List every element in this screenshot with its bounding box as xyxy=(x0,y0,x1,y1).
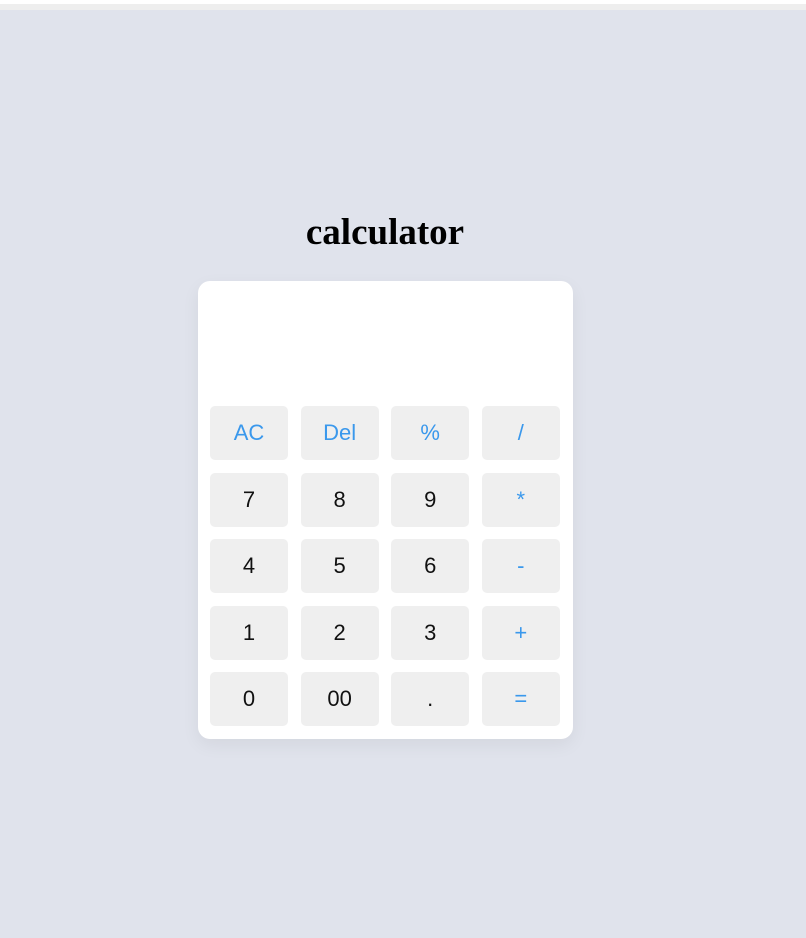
decimal-point-button[interactable]: . xyxy=(391,672,470,726)
browser-top-strip xyxy=(0,0,806,10)
equals-button[interactable]: = xyxy=(481,672,560,726)
digit-5-button[interactable]: 5 xyxy=(300,539,379,593)
digit-2-button[interactable]: 2 xyxy=(300,605,379,660)
digit-9-button[interactable]: 9 xyxy=(391,472,470,527)
keypad: AC Del % / 7 8 9 * 4 5 6 - 1 2 3 + 0 00 … xyxy=(210,406,560,726)
digit-6-button[interactable]: 6 xyxy=(391,539,470,593)
digit-0-button[interactable]: 0 xyxy=(210,672,288,726)
calculator-display[interactable] xyxy=(210,293,560,398)
delete-button[interactable]: Del xyxy=(300,406,379,460)
add-button[interactable]: + xyxy=(481,605,560,660)
page-title: calculator xyxy=(305,212,465,253)
calculator-card: AC Del % / 7 8 9 * 4 5 6 - 1 2 3 + 0 00 … xyxy=(198,281,573,739)
divide-button[interactable]: / xyxy=(481,406,560,460)
digit-4-button[interactable]: 4 xyxy=(210,539,288,593)
percent-button[interactable]: % xyxy=(391,406,470,460)
digit-3-button[interactable]: 3 xyxy=(391,605,470,660)
digit-1-button[interactable]: 1 xyxy=(210,605,288,660)
top-divider xyxy=(0,4,806,9)
double-zero-button[interactable]: 00 xyxy=(300,672,379,726)
subtract-button[interactable]: - xyxy=(481,539,560,593)
digit-8-button[interactable]: 8 xyxy=(300,472,379,527)
clear-button[interactable]: AC xyxy=(210,406,288,460)
multiply-button[interactable]: * xyxy=(481,472,560,527)
digit-7-button[interactable]: 7 xyxy=(210,472,288,527)
